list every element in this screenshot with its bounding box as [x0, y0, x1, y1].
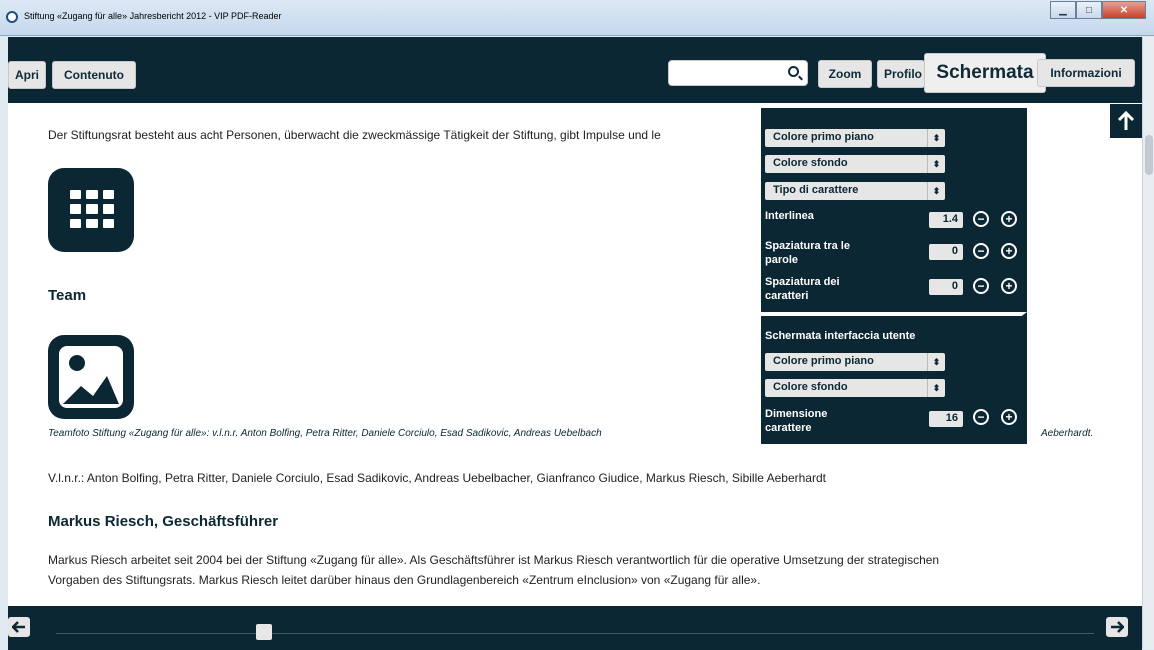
- scroll-top-button[interactable]: [1110, 104, 1142, 138]
- font-size-increase-button[interactable]: +: [1001, 409, 1017, 425]
- line-spacing-decrease-button[interactable]: −: [973, 211, 989, 227]
- arrow-right-icon: [1111, 621, 1124, 633]
- bio-line-1: Markus Riesch arbeitet seit 2004 bei der…: [48, 553, 940, 567]
- line-spacing-label: Interlinea: [765, 210, 814, 222]
- next-page-button[interactable]: [1106, 617, 1128, 637]
- schermata-panel: Colore primo piano ⬍ Colore sfondo ⬍ Tip…: [761, 104, 1027, 444]
- char-spacing-decrease-button[interactable]: −: [973, 278, 989, 294]
- page-navigation-bar: [8, 606, 1142, 650]
- informazioni-button[interactable]: Informazioni: [1037, 59, 1135, 87]
- select-arrow-icon: ⬍: [927, 182, 945, 200]
- window-controls: ▁ □ ✕: [1050, 1, 1146, 19]
- image-icon[interactable]: [48, 335, 134, 419]
- font-size-decrease-button[interactable]: −: [973, 409, 989, 425]
- select-arrow-icon: ⬍: [927, 353, 945, 371]
- line-spacing-value: 1.4: [929, 212, 963, 228]
- bio-line-2: Vorgaben des Stiftungsrats. Markus Riesc…: [48, 573, 761, 587]
- previous-page-button[interactable]: [8, 617, 30, 637]
- search-icon[interactable]: [788, 66, 799, 77]
- font-size-value: 16: [929, 411, 963, 427]
- names-paragraph: V.l.n.r.: Anton Bolfing, Petra Ritter, D…: [48, 471, 826, 485]
- contenuto-button[interactable]: Contenuto: [52, 61, 136, 89]
- toolbar: Apri Contenuto Zoom Profilo Schermata In…: [8, 37, 1145, 103]
- char-spacing-label: Spaziatura dei caratteri: [765, 276, 840, 302]
- page-slider-thumb[interactable]: [255, 624, 272, 640]
- font-type-select[interactable]: Tipo di carattere ⬍: [765, 182, 945, 200]
- word-spacing-label: Spaziatura tra le parole: [765, 240, 850, 266]
- zoom-button[interactable]: Zoom: [818, 60, 872, 88]
- panel-divider-top: [761, 104, 1027, 108]
- photo-caption: Teamfoto Stiftung «Zugang für alle»: v.l…: [48, 428, 602, 439]
- char-spacing-value: 0: [929, 279, 963, 295]
- word-spacing-value: 0: [929, 244, 963, 260]
- panel-divider: [761, 312, 1027, 316]
- person-heading: Markus Riesch, Geschäftsführer: [48, 513, 279, 530]
- document-background-select[interactable]: Colore sfondo ⬍: [765, 155, 945, 173]
- app-icon: [6, 11, 18, 23]
- apri-button[interactable]: Apri: [8, 61, 46, 89]
- arrow-up-icon: [1117, 111, 1135, 130]
- intro-paragraph: Der Stiftungsrat besteht aus acht Person…: [48, 128, 661, 142]
- search-input[interactable]: [675, 64, 783, 82]
- ui-foreground-select[interactable]: Colore primo piano ⬍: [765, 353, 945, 371]
- profilo-button[interactable]: Profilo: [877, 60, 925, 88]
- arrow-left-icon: [12, 621, 25, 633]
- line-spacing-increase-button[interactable]: +: [1001, 211, 1017, 227]
- minimize-button[interactable]: ▁: [1050, 1, 1076, 19]
- font-size-label: Dimensione carattere: [765, 408, 828, 434]
- ui-section-heading: Schermata interfaccia utente: [765, 330, 916, 342]
- scrollbar-thumb[interactable]: [1145, 135, 1153, 175]
- char-spacing-increase-button[interactable]: +: [1001, 278, 1017, 294]
- window-title: Stiftung «Zugang für alle» Jahresbericht…: [24, 11, 282, 21]
- team-heading: Team: [48, 287, 87, 304]
- picture-icon: [59, 346, 123, 408]
- maximize-button[interactable]: □: [1076, 1, 1102, 19]
- word-spacing-decrease-button[interactable]: −: [973, 243, 989, 259]
- page-slider-track[interactable]: [56, 633, 1094, 634]
- document-foreground-select[interactable]: Colore primo piano ⬍: [765, 129, 945, 147]
- ui-background-select[interactable]: Colore sfondo ⬍: [765, 379, 945, 397]
- window-titlebar: Stiftung «Zugang für alle» Jahresbericht…: [0, 0, 1154, 36]
- select-arrow-icon: ⬍: [927, 379, 945, 397]
- close-button[interactable]: ✕: [1102, 1, 1146, 19]
- vertical-scrollbar[interactable]: [1142, 37, 1154, 649]
- photo-caption-end: Aeberhardt.: [1041, 428, 1094, 439]
- select-arrow-icon: ⬍: [927, 155, 945, 173]
- schermata-button[interactable]: Schermata: [924, 53, 1046, 93]
- search-box: [668, 60, 808, 86]
- table-icon[interactable]: [48, 168, 134, 252]
- select-arrow-icon: ⬍: [927, 129, 945, 147]
- grid-icon: [70, 190, 114, 228]
- word-spacing-increase-button[interactable]: +: [1001, 243, 1017, 259]
